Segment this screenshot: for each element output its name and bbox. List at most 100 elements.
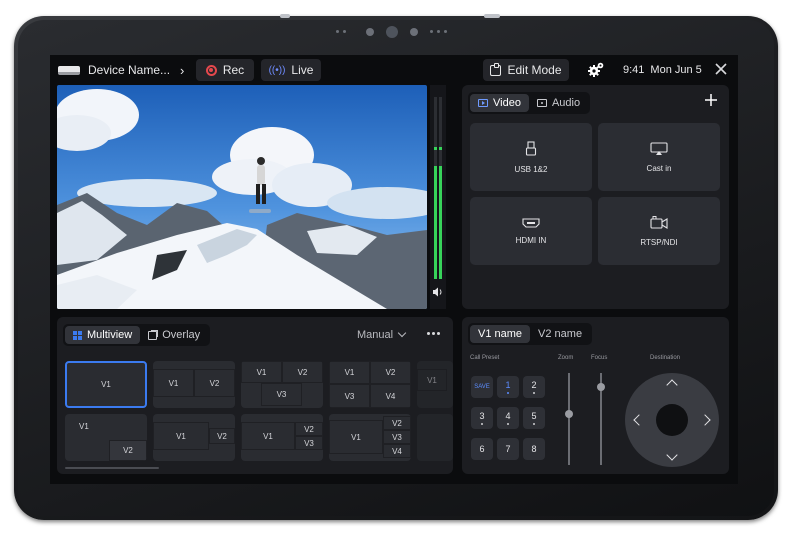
audio-source-icon xyxy=(536,99,547,107)
layout-cell: V3 xyxy=(261,383,302,406)
chevron-down-icon[interactable] xyxy=(666,449,678,461)
preset-8-button[interactable]: 8 xyxy=(523,438,545,460)
source-tile-hdmi[interactable]: HDMI IN xyxy=(470,197,592,265)
preset-6-button[interactable]: 6 xyxy=(471,438,493,460)
more-options-icon[interactable] xyxy=(427,332,440,335)
settings-gears-icon[interactable] xyxy=(586,60,606,80)
source-tile-cast[interactable]: Cast in xyxy=(598,123,720,191)
source-tile-rtsp[interactable]: RTSP/NDI xyxy=(598,197,720,265)
live-button[interactable]: ((•)) Live xyxy=(261,59,321,81)
layout-cell: V4 xyxy=(370,384,411,408)
record-icon xyxy=(205,64,217,76)
layout-cell: V1 xyxy=(329,420,383,454)
chevron-right-icon[interactable] xyxy=(699,414,711,426)
tab-audio-label: Audio xyxy=(551,97,581,109)
date-label: Mon Jun 5 xyxy=(650,64,702,76)
tab-multiview[interactable]: Multiview xyxy=(65,326,141,344)
edit-mode-label: Edit Mode xyxy=(507,63,562,77)
preset-3-button[interactable]: 3 xyxy=(471,407,493,429)
key-label: 7 xyxy=(505,444,511,454)
camera-dot xyxy=(444,30,447,33)
edit-layout-icon xyxy=(490,62,502,76)
chevron-up-icon[interactable] xyxy=(666,379,678,391)
mountain-scene-image xyxy=(57,85,427,309)
layout-single[interactable]: V1 xyxy=(65,361,147,408)
audio-meter xyxy=(430,85,446,309)
preset-4-button[interactable]: 4 xyxy=(497,407,519,429)
ptz-dpad[interactable] xyxy=(625,373,719,467)
layout-pip[interactable]: V1 V2 xyxy=(65,414,147,461)
rec-label: Rec xyxy=(222,63,245,77)
meter-level-left xyxy=(434,166,437,279)
layout-cell: V4 xyxy=(383,444,411,458)
zoom-slider[interactable] xyxy=(565,373,573,465)
camera-dot xyxy=(336,30,339,33)
hdmi-icon xyxy=(522,217,540,228)
layout-three-up[interactable]: V1 V2 V3 xyxy=(241,361,323,408)
dpad-center-button[interactable] xyxy=(656,404,688,436)
source-panel: Video Audio USB 1&2 Cast in HDMI IN RTSP… xyxy=(462,85,729,309)
preset-save-button[interactable]: SAVE xyxy=(471,376,493,398)
source-tabs: Video Audio xyxy=(468,92,591,114)
tab-v1-label: V1 name xyxy=(478,328,523,340)
close-icon[interactable] xyxy=(712,60,730,78)
tab-v1-name[interactable]: V1 name xyxy=(470,325,531,343)
layout-main-two[interactable]: V1 V2 V3 xyxy=(241,414,323,461)
horizontal-scrollbar[interactable] xyxy=(65,467,159,469)
zoom-label: Zoom xyxy=(558,355,574,361)
preset-2-button[interactable]: 2 xyxy=(523,376,545,398)
tab-overlay[interactable]: Overlay xyxy=(140,326,208,344)
call-preset-label: Call Preset xyxy=(470,355,500,361)
destination-label: Destination xyxy=(650,355,681,361)
tablet-top-button-right xyxy=(484,14,500,18)
zoom-slider-handle[interactable] xyxy=(565,410,573,419)
layout-cell: V1 xyxy=(417,369,447,391)
add-source-icon[interactable] xyxy=(704,93,718,107)
mode-dropdown[interactable]: Manual xyxy=(357,328,407,341)
layout-main-three[interactable]: V1 V2 V3 V4 xyxy=(329,414,411,461)
overlay-icon xyxy=(148,330,158,340)
tab-v2-name[interactable]: V2 name xyxy=(530,325,590,343)
layout-cell: V2 xyxy=(383,416,411,430)
camera-control-panel: V1 name V2 name Call Preset Zoom Focus D… xyxy=(462,317,729,474)
layout-cell: V1 xyxy=(153,369,194,397)
status-bar: Device Name... › Rec ((•)) Live Edit Mod… xyxy=(50,55,738,85)
tab-video-label: Video xyxy=(493,97,521,109)
chevron-left-icon[interactable] xyxy=(633,414,645,426)
live-label: Live xyxy=(291,63,314,77)
camera-dot xyxy=(430,30,433,33)
layout-cell: V2 xyxy=(194,369,235,397)
key-label: 5 xyxy=(531,411,537,421)
preset-5-button[interactable]: 5 xyxy=(523,407,545,429)
layout-partial[interactable]: V1 xyxy=(417,361,453,408)
volume-icon[interactable] xyxy=(432,285,444,297)
tab-video[interactable]: Video xyxy=(470,94,529,112)
preset-1-button[interactable]: 1 xyxy=(497,376,519,398)
key-label: 4 xyxy=(505,411,511,421)
source-tile-usb[interactable]: USB 1&2 xyxy=(470,123,592,191)
camera-tabs: V1 name V2 name xyxy=(468,323,593,345)
device-selector[interactable]: Device Name... › xyxy=(58,59,184,81)
layout-quad[interactable]: V1 V2 V3 V4 xyxy=(329,361,411,408)
key-label: 1 xyxy=(505,380,511,390)
meter-peak-right xyxy=(439,147,442,150)
layout-pip-right[interactable]: V1 V2 xyxy=(153,414,235,461)
layout-cell: V2 xyxy=(295,422,323,436)
edit-mode-button[interactable]: Edit Mode xyxy=(483,59,569,81)
focus-slider[interactable] xyxy=(597,373,605,465)
tab-audio[interactable]: Audio xyxy=(529,94,588,112)
rec-button[interactable]: Rec xyxy=(196,59,254,81)
preset-7-button[interactable]: 7 xyxy=(497,438,519,460)
chevron-down-icon xyxy=(397,328,407,338)
cast-icon xyxy=(650,141,668,155)
layout-side-by-side[interactable]: V1 V2 xyxy=(153,361,235,408)
focus-slider-handle[interactable] xyxy=(597,382,605,391)
layout-partial-2[interactable] xyxy=(417,414,453,461)
layout-cell: V2 xyxy=(370,361,411,384)
tablet-top-button-left xyxy=(280,14,290,18)
video-preview[interactable] xyxy=(57,85,427,309)
meter-level-right xyxy=(439,166,442,279)
source-label: Cast in xyxy=(646,163,672,173)
usb-icon xyxy=(525,140,537,156)
broadcast-icon: ((•)) xyxy=(268,64,286,76)
